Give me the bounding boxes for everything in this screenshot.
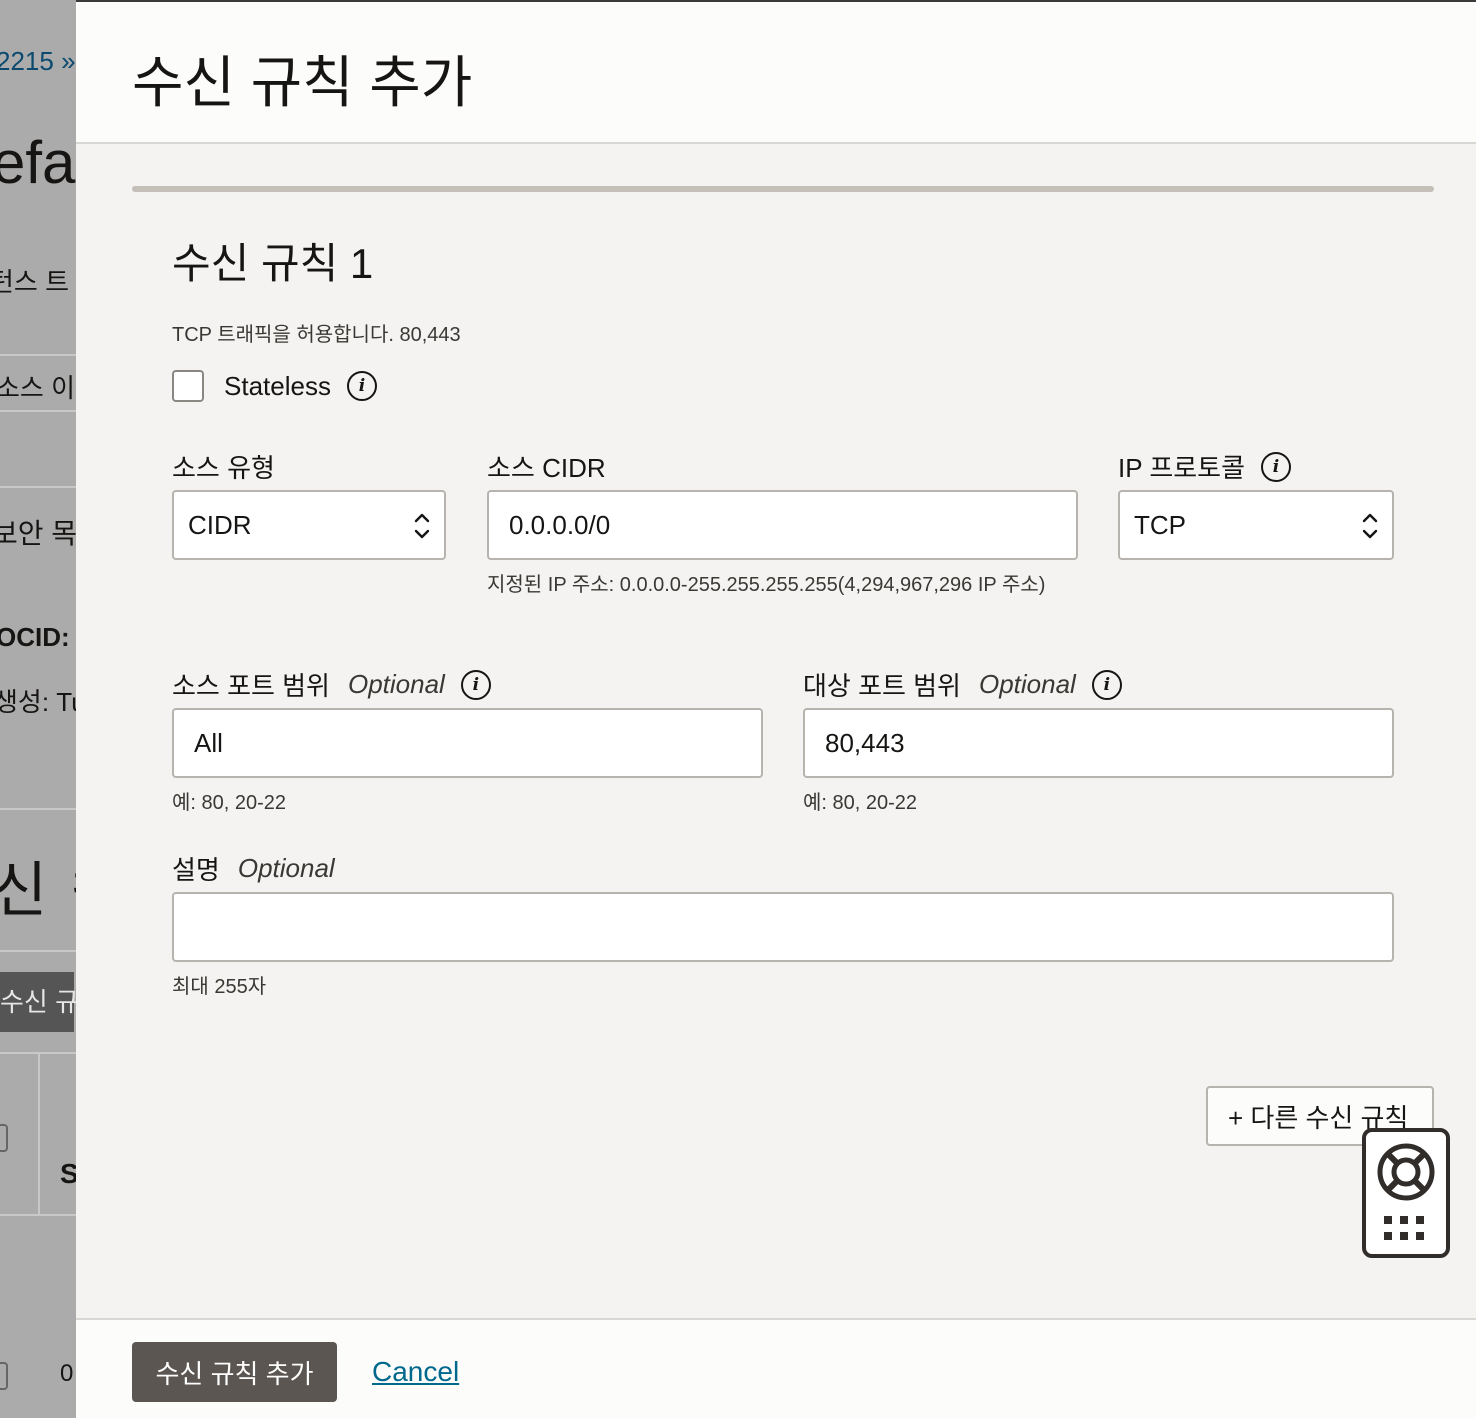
add-ingress-rule-dialog: 수신 규칙 추가 수신 규칙 1 TCP 트래픽을 허용합니다. 80,443 … [76, 0, 1476, 1418]
background-divider [0, 486, 76, 488]
dest-port-label-text: 대상 포트 범위 [803, 671, 961, 701]
lifebuoy-icon[interactable] [1376, 1142, 1436, 1202]
background-text: 소스 이 [0, 373, 75, 403]
stateless-checkbox[interactable] [172, 370, 204, 402]
background-checkbox [0, 1124, 8, 1152]
background-column-header: S [60, 1158, 76, 1189]
background-breadcrumb: 2215 » [0, 46, 76, 76]
source-cidr-input[interactable]: 0.0.0.0/0 [487, 490, 1078, 560]
ip-protocol-label-text: IP 프로토콜 [1118, 453, 1245, 483]
background-divider [0, 808, 76, 810]
background-divider [0, 354, 76, 356]
description-input[interactable] [172, 892, 1394, 962]
description-label-text: 설명 [172, 855, 220, 885]
source-cidr-value: 0.0.0.0/0 [509, 509, 611, 540]
source-type-value: CIDR [188, 509, 252, 540]
source-type-label: 소스 유형 [172, 448, 275, 485]
optional-tag: Optional [237, 853, 335, 883]
add-ingress-rule-button[interactable]: 수신 규칙 추가 [132, 1342, 337, 1402]
dialog-footer: 수신 규칙 추가 Cancel [76, 1318, 1476, 1418]
description-hint: 최대 255자 [172, 976, 267, 998]
source-port-label: 소스 포트 범위 Optional i [172, 666, 491, 703]
info-icon[interactable]: i [346, 371, 377, 401]
background-divider [0, 410, 76, 412]
info-icon[interactable]: i [1261, 451, 1291, 482]
background-text: 턴스 트 [0, 267, 69, 297]
source-port-label-text: 소스 포트 범위 [172, 671, 330, 701]
dialog-title: 수신 규칙 추가 [132, 51, 473, 114]
description-label: 설명 Optional [172, 850, 335, 887]
stateless-row: Stateless i [172, 370, 377, 402]
background-ocid-label: OCID: [0, 622, 70, 652]
optional-tag: Optional [347, 669, 445, 699]
source-cidr-label-text: 소스 CIDR [487, 453, 606, 483]
rule-section-divider [132, 186, 1434, 192]
background-checkbox [0, 1362, 8, 1390]
rule-title: 수신 규칙 1 [172, 240, 374, 287]
info-icon[interactable]: i [1091, 669, 1122, 700]
source-type-select[interactable]: CIDR [172, 490, 446, 560]
ip-protocol-value: TCP [1134, 509, 1186, 540]
dest-port-hint: 예: 80, 20-22 [803, 792, 918, 814]
dest-port-label: 대상 포트 범위 Optional i [803, 666, 1122, 703]
source-port-input[interactable]: All [172, 708, 763, 778]
dialog-header: 수신 규칙 추가 [76, 2, 1476, 144]
source-cidr-label: 소스 CIDR [487, 448, 606, 485]
source-port-hint: 예: 80, 20-22 [172, 792, 287, 814]
rule-summary: TCP 트래픽을 허용합니다. 80,443 [172, 324, 461, 346]
background-button: 수신 규칙 [0, 972, 76, 1032]
background-text: 보안 목 [0, 518, 76, 549]
stateless-label: Stateless [224, 370, 331, 401]
source-type-label-text: 소스 유형 [172, 453, 275, 483]
ip-protocol-label: IP 프로토콜 i [1118, 448, 1291, 485]
background-divider [0, 950, 76, 952]
source-cidr-hint: 지정된 IP 주소: 0.0.0.0-255.255.255.255(4,294… [487, 574, 1046, 596]
source-port-value: All [194, 727, 223, 758]
help-widget[interactable] [1362, 1128, 1450, 1258]
background-page: 2215 » efau 턴스 트 소스 이 보안 목 OCID: 생성: Tu … [0, 0, 76, 1418]
background-divider [0, 1214, 76, 1216]
grid-dots-icon[interactable] [1384, 1216, 1428, 1242]
background-cell: 0 [60, 1360, 74, 1387]
chevron-up-down-icon [1362, 513, 1378, 539]
info-icon[interactable]: i [460, 669, 491, 700]
dest-port-input[interactable]: 80,443 [803, 708, 1394, 778]
ip-protocol-select[interactable]: TCP [1118, 490, 1394, 560]
optional-tag: Optional [978, 669, 1076, 699]
background-created-label: 생성: Tu [0, 687, 76, 717]
background-title: efau [0, 129, 76, 196]
dest-port-value: 80,443 [825, 727, 905, 758]
background-section-title: 신 ㅋ [0, 857, 76, 924]
chevron-up-down-icon [414, 513, 430, 539]
background-column-divider [38, 1054, 40, 1216]
cancel-link[interactable]: Cancel [372, 1356, 459, 1388]
